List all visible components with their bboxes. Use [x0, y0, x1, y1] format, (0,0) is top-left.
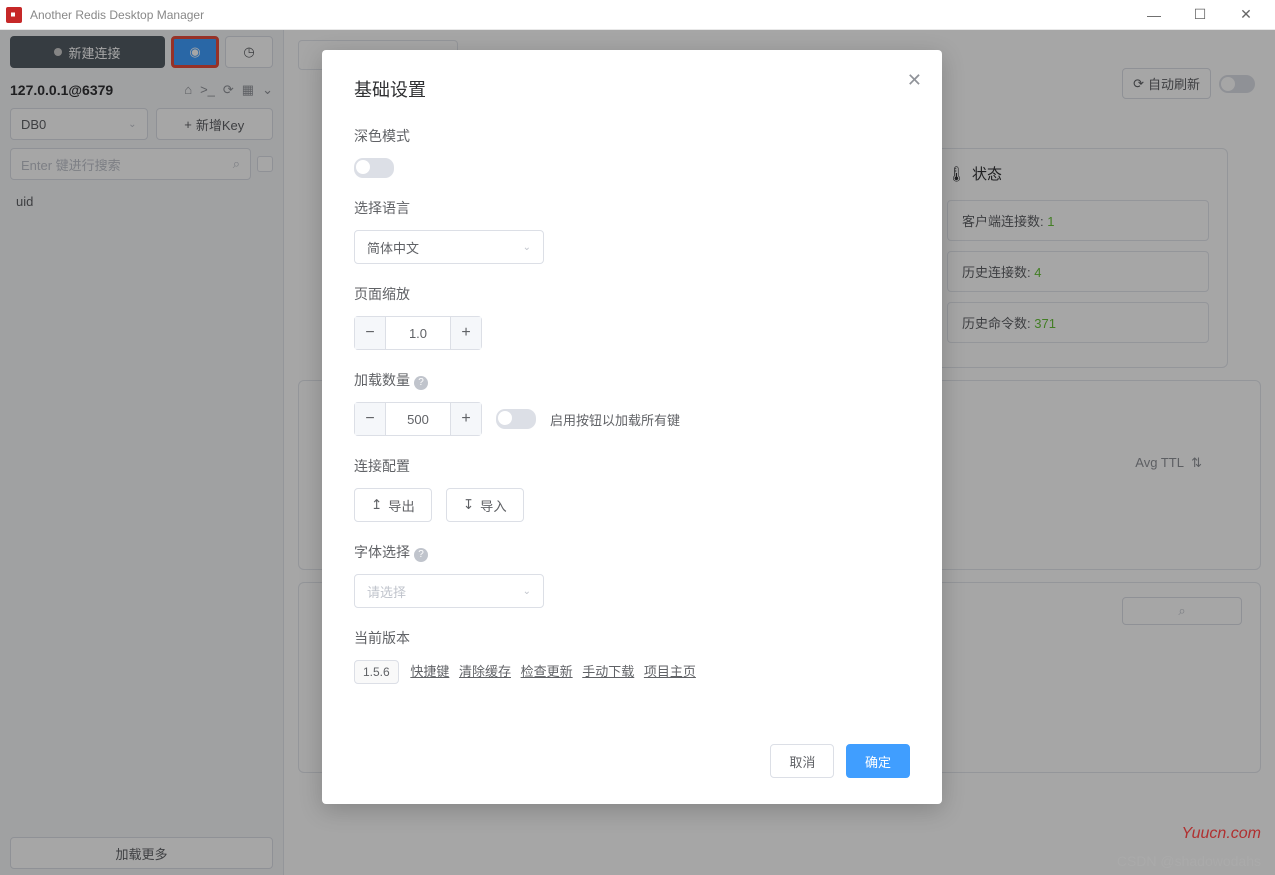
maximize-button[interactable]: ☐ [1177, 0, 1223, 30]
load-all-switch[interactable] [496, 409, 536, 429]
count-decrease[interactable]: − [355, 403, 385, 435]
version-label: 当前版本 [354, 628, 910, 648]
help-icon[interactable]: ? [414, 376, 428, 390]
zoom-stepper[interactable]: − + [354, 316, 482, 350]
load-count-stepper[interactable]: − + [354, 402, 482, 436]
chevron-down-icon: ⌄ [523, 586, 531, 597]
download-icon: ↧ [463, 497, 474, 513]
chevron-down-icon: ⌄ [523, 242, 531, 253]
confirm-button[interactable]: 确定 [846, 744, 910, 778]
count-increase[interactable]: + [451, 403, 481, 435]
font-placeholder: 请选择 [367, 582, 406, 601]
upload-icon: ↥ [371, 497, 382, 513]
help-icon[interactable]: ? [414, 548, 428, 562]
link-shortcuts[interactable]: 快捷键 [410, 664, 449, 679]
language-value: 简体中文 [367, 238, 419, 257]
close-window-button[interactable]: ✕ [1223, 0, 1269, 30]
load-count-label: 加载数量? [354, 370, 910, 390]
font-label: 字体选择? [354, 542, 910, 562]
settings-modal: ✕ 基础设置 深色模式 选择语言 简体中文 ⌄ 页面缩放 − + 加载数量? −… [322, 50, 942, 804]
link-check-update[interactable]: 检查更新 [521, 664, 573, 679]
zoom-label: 页面缩放 [354, 284, 910, 304]
conn-config-label: 连接配置 [354, 456, 910, 476]
app-icon [6, 7, 22, 23]
link-manual-download[interactable]: 手动下载 [582, 664, 634, 679]
dark-mode-label: 深色模式 [354, 126, 910, 146]
link-clear-cache[interactable]: 清除缓存 [459, 664, 511, 679]
watermark-site: Yuucn.com [1182, 825, 1261, 843]
version-badge: 1.5.6 [354, 660, 399, 684]
load-all-label: 启用按钮以加载所有键 [550, 410, 680, 429]
export-button[interactable]: ↥ 导出 [354, 488, 432, 522]
font-select[interactable]: 请选择 ⌄ [354, 574, 544, 608]
language-select[interactable]: 简体中文 ⌄ [354, 230, 544, 264]
zoom-decrease[interactable]: − [355, 317, 385, 349]
cancel-button[interactable]: 取消 [770, 744, 834, 778]
language-label: 选择语言 [354, 198, 910, 218]
link-homepage[interactable]: 项目主页 [644, 664, 696, 679]
close-icon[interactable]: ✕ [907, 70, 922, 91]
import-label: 导入 [480, 496, 507, 515]
dark-mode-switch[interactable] [354, 158, 394, 178]
count-value[interactable] [385, 403, 451, 435]
modal-title: 基础设置 [354, 76, 910, 102]
watermark-csdn: CSDN @shadowodahs [1117, 853, 1261, 869]
export-label: 导出 [388, 496, 415, 515]
import-button[interactable]: ↧ 导入 [446, 488, 524, 522]
zoom-increase[interactable]: + [451, 317, 481, 349]
minimize-button[interactable]: ― [1131, 0, 1177, 30]
window-title: Another Redis Desktop Manager [30, 8, 1131, 22]
title-bar: Another Redis Desktop Manager ― ☐ ✕ [0, 0, 1275, 30]
zoom-value[interactable] [385, 317, 451, 349]
